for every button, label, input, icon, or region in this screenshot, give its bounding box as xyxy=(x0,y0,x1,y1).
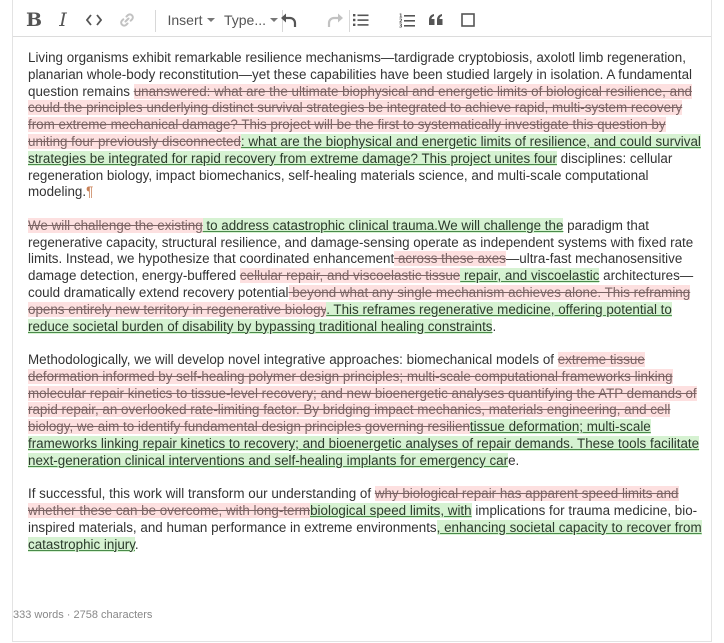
bullet-list-icon xyxy=(353,14,369,26)
inserted-text: repair, and viscoelastic xyxy=(460,268,600,284)
inserted-text: to address catastrophic clinical trauma.… xyxy=(202,217,564,233)
code-button[interactable] xyxy=(83,7,105,33)
code-icon xyxy=(86,14,102,26)
paragraph-1: Living organisms exhibit remarkable resi… xyxy=(28,50,704,201)
text-run: If successful, this work will transform … xyxy=(28,486,375,502)
pilcrow-mark: ¶ xyxy=(86,184,94,200)
deleted-text: cellular repair, and viscoelastic tissue xyxy=(239,268,461,284)
chevron-down-icon xyxy=(270,18,279,22)
paragraph-2: We will challenge the existing to addres… xyxy=(28,217,704,336)
chevron-down-icon xyxy=(206,18,215,22)
paragraph-4: If successful, this work will transform … xyxy=(28,486,704,553)
editor: B I Insert Type... 1 2 3 Living organism… xyxy=(12,0,712,642)
italic-button[interactable]: I xyxy=(53,7,73,33)
blockquote-button[interactable] xyxy=(425,7,447,33)
text-run: . xyxy=(134,536,139,552)
quote-icon xyxy=(429,14,443,25)
word-count: 333 words · 2758 characters xyxy=(13,609,153,621)
status-footer: 333 words · 2758 characters xyxy=(13,603,711,642)
text-run: Methodologically, we will develop novel … xyxy=(28,351,558,367)
link-icon xyxy=(120,13,134,27)
type-dropdown[interactable]: Type... xyxy=(223,7,279,33)
numbered-list-button[interactable]: 1 2 3 xyxy=(396,7,418,33)
link-button[interactable] xyxy=(116,7,138,33)
document-content[interactable]: Living organisms exhibit remarkable resi… xyxy=(28,50,704,570)
numbered-list-icon: 1 2 3 xyxy=(399,13,415,28)
redo-button[interactable] xyxy=(324,7,346,33)
text-run: . xyxy=(492,318,497,334)
insert-label: Insert xyxy=(167,12,203,28)
undo-button[interactable] xyxy=(278,7,300,33)
deleted-text: across these axes xyxy=(394,251,506,267)
inserted-text: biological speed limits, with xyxy=(310,502,472,518)
insert-dropdown[interactable]: Insert xyxy=(166,7,216,33)
svg-text:3: 3 xyxy=(399,23,403,28)
type-label: Type... xyxy=(223,12,267,28)
bullet-list-button[interactable] xyxy=(350,7,372,33)
deleted-text: We will challenge the existing xyxy=(28,217,203,233)
redo-icon xyxy=(327,13,343,27)
paragraph-3: Methodologically, we will develop novel … xyxy=(28,351,704,470)
toolbar-separator xyxy=(155,10,156,32)
undo-icon xyxy=(281,13,297,27)
text-run: e. xyxy=(508,452,520,468)
bold-button[interactable]: B xyxy=(23,7,45,33)
code-block-button[interactable] xyxy=(457,7,479,33)
italic-icon: I xyxy=(59,9,67,31)
frame-icon xyxy=(461,13,475,27)
bold-icon: B xyxy=(25,9,43,31)
editor-toolbar: B I Insert Type... 1 2 3 xyxy=(13,2,711,37)
